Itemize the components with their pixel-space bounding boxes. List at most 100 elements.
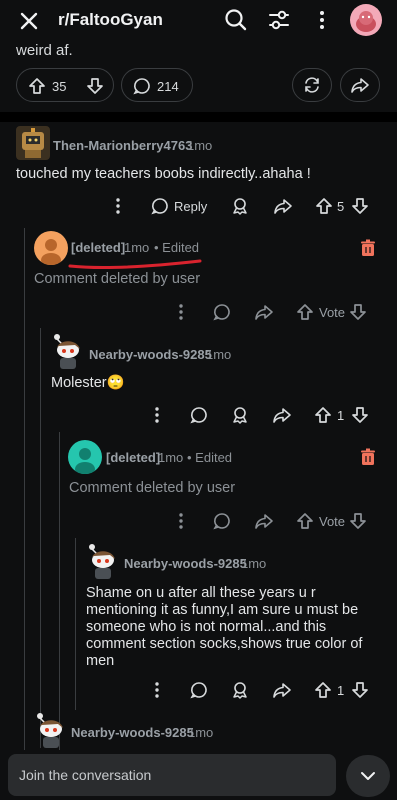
snoo-avatar-icon [89,544,115,579]
comment-author[interactable]: Nearby-woods-9285 [89,347,212,362]
upvote-icon[interactable] [313,680,333,700]
more-options-icon[interactable] [171,511,191,531]
reply-icon[interactable] [212,511,232,531]
expand-button[interactable] [346,755,390,797]
share-icon[interactable] [273,196,293,216]
upvote-icon[interactable] [314,196,334,216]
comment-body: Molester🙄 [51,375,125,392]
comment-line: comment section socks,shows true color o… [86,636,363,652]
post-comments-button[interactable]: 214 [121,68,193,102]
comment-composer[interactable]: Join the conversation [8,754,336,796]
edited-label: • Edited [187,450,233,465]
comment-score: 5 [337,199,345,214]
comment-age: 1mo [241,556,267,571]
search-icon[interactable] [222,6,250,34]
eye-roll-emoji: 🙄 [106,375,125,391]
thread-line [75,538,76,710]
comment-line: someone who is not normal...and this [86,619,327,635]
reply-icon[interactable] [212,302,232,322]
upvote-icon[interactable] [313,405,333,425]
comment-score: 1 [337,683,345,698]
default-avatar-icon [75,448,95,474]
subreddit-title[interactable]: r/FaltooGyan [58,10,163,30]
share-icon [351,78,369,93]
share-icon[interactable] [272,680,292,700]
comment-avatar[interactable] [16,126,50,160]
reply-icon[interactable] [150,196,170,216]
comment-age: 1mo [187,138,213,153]
comment-author[interactable]: Nearby-woods-9285 [71,725,194,740]
composer-placeholder: Join the conversation [19,767,152,783]
award-icon[interactable] [230,680,250,700]
comment-icon [133,78,150,95]
close-icon[interactable] [16,8,42,34]
crosspost-icon [305,77,319,93]
reply-icon[interactable] [189,680,209,700]
more-options-icon[interactable] [108,196,128,216]
comment-author[interactable]: Nearby-woods-9285 [124,556,247,571]
vote-label: Vote [319,514,346,529]
comment-age: 1mo [158,450,184,465]
comment-avatar[interactable] [34,231,68,265]
vote-label: Vote [319,305,346,320]
comment-line: men [86,653,115,669]
share-icon[interactable] [254,302,274,322]
snoo-avatar-icon [356,11,376,32]
upvote-icon[interactable] [295,511,315,531]
robot-avatar-icon [22,128,44,158]
more-options-icon[interactable] [147,680,167,700]
share-icon[interactable] [272,405,292,425]
comment-author: [deleted] [106,450,161,465]
comment-author: [deleted] [71,240,126,255]
snoo-avatar-icon [37,713,63,748]
more-options-icon[interactable] [171,302,191,322]
delete-icon[interactable] [358,447,378,467]
post-body-text: weird af. [16,42,73,59]
post-vote-bar: 35 [16,68,114,102]
crosspost-button[interactable] [292,68,332,102]
downvote-icon[interactable] [350,196,370,216]
share-icon[interactable] [254,511,274,531]
downvote-icon[interactable] [350,680,370,700]
comment-body: touched my teachers boobs indirectly..ah… [16,166,311,182]
delete-icon[interactable] [358,238,378,258]
top-bar: r/FaltooGyan [0,0,397,42]
comment-age: 1mo [188,725,214,740]
comment-avatar[interactable] [34,712,66,748]
thread-line [59,432,60,750]
snoo-avatar-icon [54,334,80,369]
edited-label: • Edited [154,240,200,255]
downvote-icon[interactable] [348,511,368,531]
comment-body: Comment deleted by user [34,271,201,287]
comment-avatar[interactable] [86,543,118,579]
downvote-icon[interactable] [350,405,370,425]
award-icon[interactable] [230,405,250,425]
upvote-icon[interactable] [27,76,47,96]
comment-line: mentioning it as funny,I am sure u must … [86,602,359,618]
default-avatar-icon [41,239,61,265]
chevron-down-icon [361,772,375,780]
thread-line [24,228,25,750]
thread-line [40,328,41,748]
post-upvote-count: 35 [52,79,67,94]
share-button[interactable] [340,68,380,102]
comment-body: Comment deleted by user [69,480,236,496]
post-comment-count: 214 [157,79,179,94]
comment-age: 1mo [124,240,150,255]
upvote-icon[interactable] [295,302,315,322]
comment-text: Molester [51,375,107,391]
award-icon[interactable] [230,196,250,216]
comment-score: 1 [337,408,345,423]
comment-avatar[interactable] [51,333,83,369]
user-avatar[interactable] [350,4,382,36]
more-vertical-icon[interactable] [308,6,336,34]
filter-icon[interactable] [265,6,293,34]
comment-avatar[interactable] [68,440,102,474]
comment-author[interactable]: Then-Marionberry4763 [53,138,192,153]
comment-age: 1mo [206,347,232,362]
reply-button[interactable]: Reply [174,199,207,214]
downvote-icon[interactable] [348,302,368,322]
reply-icon[interactable] [189,405,209,425]
downvote-icon[interactable] [85,76,105,96]
more-options-icon[interactable] [147,405,167,425]
